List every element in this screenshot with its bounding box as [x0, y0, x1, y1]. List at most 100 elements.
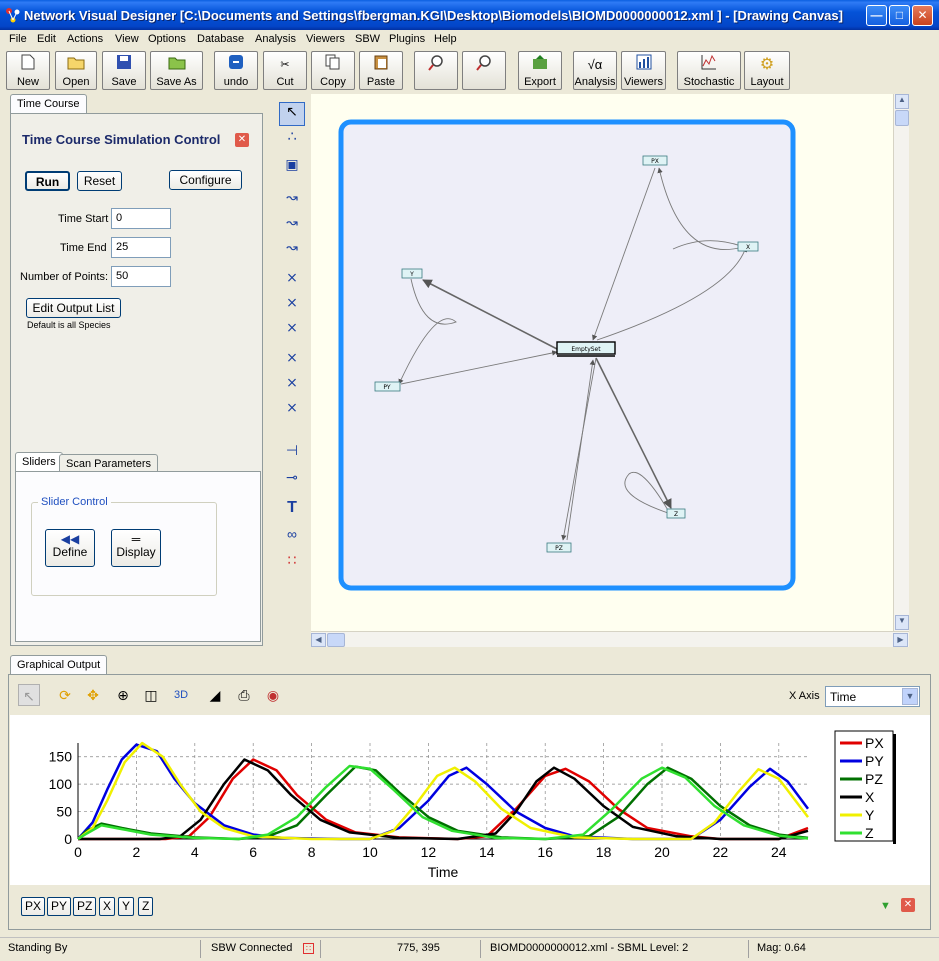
- menu-file[interactable]: File: [9, 33, 27, 45]
- species-button-px[interactable]: PX: [21, 897, 46, 916]
- node-x[interactable]: X: [737, 241, 759, 252]
- select-arrow-icon[interactable]: ↖: [18, 684, 40, 706]
- cut-button[interactable]: ✂ Cut: [263, 51, 307, 90]
- save-as-button[interactable]: Save As: [150, 51, 203, 90]
- reaction-uni-bi-tool[interactable]: ↝: [279, 214, 305, 238]
- reaction-tri-bi-tool[interactable]: ⨯: [279, 374, 305, 398]
- grid-tool[interactable]: ∷: [279, 552, 305, 576]
- time-start-input[interactable]: 0: [111, 208, 171, 229]
- add-compartment-tool[interactable]: ▣: [279, 156, 305, 180]
- time-end-input[interactable]: 25: [111, 237, 171, 258]
- export-button[interactable]: Export: [518, 51, 562, 90]
- close-button[interactable]: ✕: [912, 5, 933, 26]
- vertical-scrollbar[interactable]: ▲ ▼: [893, 94, 909, 631]
- zoom-icon[interactable]: ⊕: [112, 684, 134, 706]
- menu-help[interactable]: Help: [434, 33, 457, 45]
- species-button-y[interactable]: Y: [118, 897, 135, 916]
- reaction-uni-uni-tool[interactable]: ↝: [279, 189, 305, 213]
- reaction-bi-uni-tool[interactable]: ⨯: [279, 269, 305, 293]
- pan-icon[interactable]: ✥: [82, 684, 104, 706]
- close-graph-icon[interactable]: ✕: [901, 898, 915, 912]
- chart-x-tick-label: 16: [537, 844, 553, 860]
- page-icon[interactable]: ◫: [140, 684, 162, 706]
- svg-text:Y: Y: [409, 271, 414, 278]
- menu-sbw[interactable]: SBW: [355, 33, 380, 45]
- menu-edit[interactable]: Edit: [37, 33, 56, 45]
- menu-view[interactable]: View: [115, 33, 139, 45]
- drawing-canvas[interactable]: PX X Y EmptySet PY Z PZ: [311, 94, 893, 631]
- node-pz[interactable]: PZ: [546, 542, 572, 553]
- time-course-chart[interactable]: 0 2 4 6 8 10 12 14 16 18 20 22 24050100150TimePXPYPZ…: [10, 715, 930, 885]
- node-z[interactable]: Z: [666, 508, 686, 519]
- scroll-right-icon[interactable]: ▶: [893, 633, 908, 647]
- zoom-in-button[interactable]: [414, 51, 458, 90]
- species-button-z[interactable]: Z: [138, 897, 154, 916]
- save-button[interactable]: Save: [102, 51, 146, 90]
- paste-button[interactable]: Paste: [359, 51, 403, 90]
- text-icon: T: [287, 499, 297, 516]
- rotate-icon[interactable]: ⟳: [54, 684, 76, 706]
- add-node-tool[interactable]: ∴: [279, 128, 305, 152]
- run-button[interactable]: Run: [25, 171, 70, 191]
- scroll-left-icon[interactable]: ◀: [311, 633, 326, 647]
- menu-actions[interactable]: Actions: [67, 33, 103, 45]
- inhibitor-tool[interactable]: ⊣: [279, 442, 305, 466]
- reaction-tri-tri-tool[interactable]: ⨯: [279, 399, 305, 423]
- reset-button[interactable]: Reset: [77, 171, 122, 191]
- stochastic-button[interactable]: Stochastic: [677, 51, 741, 90]
- tab-time-course[interactable]: Time Course: [10, 94, 87, 113]
- maximize-button[interactable]: □: [889, 5, 910, 26]
- activator-tool[interactable]: ⊸: [279, 469, 305, 493]
- text-tool[interactable]: T: [279, 499, 305, 523]
- pointer-tool[interactable]: ↖: [279, 102, 305, 126]
- points-input[interactable]: 50: [111, 266, 171, 287]
- axis-edit-icon[interactable]: ◢: [204, 684, 226, 706]
- menu-database[interactable]: Database: [197, 33, 244, 45]
- scroll-down-icon[interactable]: ▼: [895, 615, 909, 630]
- viewers-button[interactable]: Viewers: [621, 51, 666, 90]
- collapse-arrow-icon[interactable]: ▼: [880, 900, 891, 912]
- tab-sliders[interactable]: Sliders: [15, 452, 63, 471]
- horizontal-scroll-thumb[interactable]: [327, 633, 345, 647]
- scroll-up-icon[interactable]: ▲: [895, 94, 909, 109]
- menu-viewers[interactable]: Viewers: [306, 33, 345, 45]
- node-py[interactable]: PY: [374, 381, 401, 392]
- minimize-button[interactable]: —: [866, 5, 887, 26]
- export-chart-icon[interactable]: ◉: [262, 684, 284, 706]
- undo-button[interactable]: undo: [214, 51, 258, 90]
- reaction-uni-tri-tool[interactable]: ↝: [279, 239, 305, 263]
- tab-scan-parameters[interactable]: Scan Parameters: [59, 454, 158, 471]
- close-panel-icon[interactable]: ✕: [235, 133, 249, 147]
- open-button[interactable]: Open: [55, 51, 97, 90]
- species-button-x[interactable]: X: [99, 897, 116, 916]
- node-y[interactable]: Y: [401, 268, 423, 279]
- status-coords: 775, 395: [397, 942, 440, 954]
- chart-x-tick-label: 14: [479, 844, 495, 860]
- species-button-py[interactable]: PY: [47, 897, 72, 916]
- vertical-scroll-thumb[interactable]: [895, 110, 909, 126]
- bezier-tool[interactable]: ∞: [279, 526, 305, 550]
- reaction-tri-uni-tool[interactable]: ⨯: [279, 349, 305, 373]
- tab-graphical-output[interactable]: Graphical Output: [10, 655, 108, 674]
- edit-output-list-button[interactable]: Edit Output List: [26, 298, 121, 318]
- reaction-bi-tri-tool[interactable]: ⨯: [279, 319, 305, 343]
- species-button-pz[interactable]: PZ: [73, 897, 97, 916]
- copy-button[interactable]: Copy: [311, 51, 355, 90]
- define-button[interactable]: ◀◀ Define: [45, 529, 95, 567]
- node-px[interactable]: PX: [642, 155, 668, 166]
- menu-analysis[interactable]: Analysis: [255, 33, 296, 45]
- zoom-out-button[interactable]: [462, 51, 506, 90]
- print-icon[interactable]: ⎙: [233, 684, 255, 706]
- new-button[interactable]: New: [6, 51, 50, 90]
- x-axis-select[interactable]: Time ▼: [825, 686, 920, 707]
- node-emptyset[interactable]: EmptySet: [556, 341, 616, 357]
- 3d-toggle-button[interactable]: 3D: [170, 684, 192, 706]
- menu-plugins[interactable]: Plugins: [389, 33, 425, 45]
- layout-button[interactable]: ⚙ Layout: [744, 51, 790, 90]
- analysis-button[interactable]: √α Analysis: [573, 51, 617, 90]
- configure-button[interactable]: Configure: [169, 170, 242, 190]
- menu-options[interactable]: Options: [148, 33, 186, 45]
- horizontal-scrollbar[interactable]: ◀ ▶: [311, 631, 909, 647]
- reaction-bi-bi-tool[interactable]: ⨯: [279, 294, 305, 318]
- display-button[interactable]: ═ Display: [111, 529, 161, 567]
